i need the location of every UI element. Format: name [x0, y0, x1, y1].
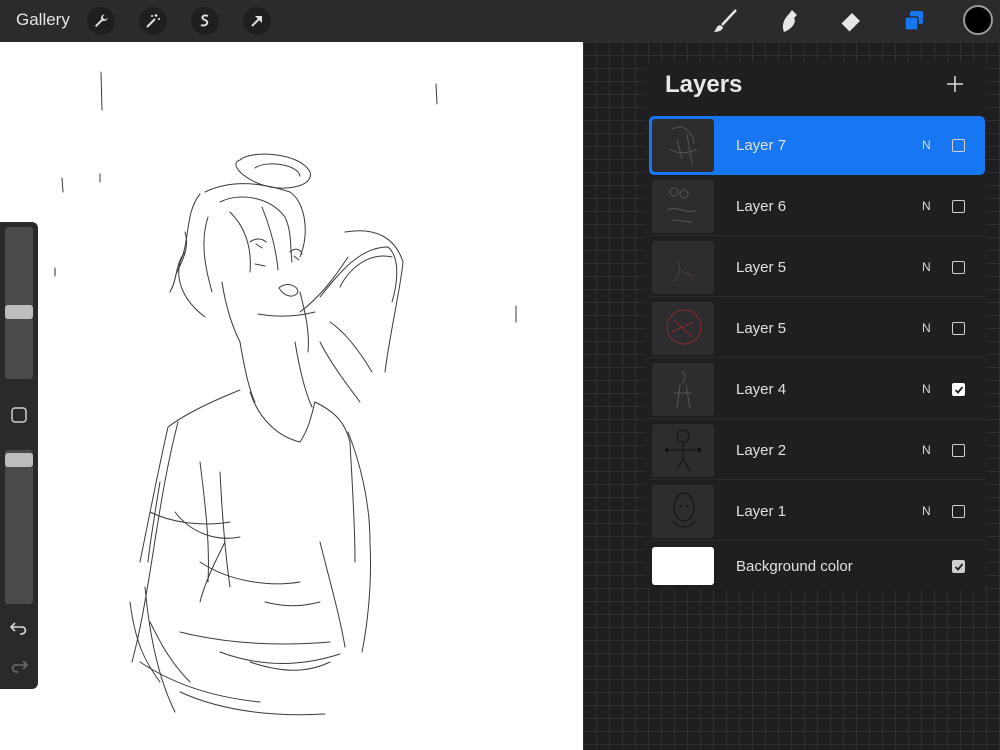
layer-name: Layer 5: [736, 320, 787, 337]
layer-row[interactable]: Layer 1 N: [649, 482, 985, 541]
redo-icon[interactable]: [9, 656, 29, 676]
visibility-checkbox[interactable]: [952, 560, 965, 573]
blend-mode-button[interactable]: N: [922, 443, 931, 457]
brush-icon[interactable]: [709, 5, 741, 37]
layer-row[interactable]: Layer 5 N: [649, 238, 985, 297]
layer-thumbnail: [652, 241, 714, 294]
layer-thumbnail: [652, 363, 714, 416]
left-sidebar: [0, 222, 38, 689]
layer-name: Layer 2: [736, 442, 787, 459]
blend-mode-button[interactable]: N: [922, 321, 931, 335]
visibility-checkbox[interactable]: [952, 444, 965, 457]
visibility-checkbox[interactable]: [952, 322, 965, 335]
layer-row[interactable]: Layer 4 N: [649, 360, 985, 419]
color-picker-button[interactable]: [963, 5, 993, 35]
magic-wand-icon[interactable]: [139, 7, 167, 35]
layer-name: Layer 4: [736, 381, 787, 398]
layer-thumbnail: [652, 119, 714, 172]
layers-panel: Layers Layer 7 N Layer 6 N Layer 5 N Lay…: [645, 62, 987, 590]
plus-icon[interactable]: [943, 72, 967, 96]
background-color-row[interactable]: Background color: [649, 543, 985, 589]
background-color-swatch[interactable]: [652, 547, 714, 585]
visibility-checkbox[interactable]: [952, 505, 965, 518]
opacity-slider[interactable]: [5, 450, 33, 604]
panel-title: Layers: [665, 71, 743, 98]
layer-name: Layer 1: [736, 503, 787, 520]
layer-thumbnail: [652, 180, 714, 233]
opacity-handle[interactable]: [5, 453, 33, 467]
sketch-artwork: [54, 71, 517, 716]
visibility-checkbox[interactable]: [952, 261, 965, 274]
layer-name: Background color: [736, 558, 853, 575]
layer-row[interactable]: Layer 7 N: [649, 116, 985, 175]
layer-name: Layer 7: [736, 137, 787, 154]
layer-name: Layer 6: [736, 198, 787, 215]
smudge-icon[interactable]: [773, 5, 805, 37]
visibility-checkbox[interactable]: [952, 383, 965, 396]
wrench-icon[interactable]: [87, 7, 115, 35]
layer-row[interactable]: Layer 2 N: [649, 421, 985, 480]
undo-icon[interactable]: [9, 618, 29, 638]
blend-mode-button[interactable]: N: [922, 199, 931, 213]
blend-mode-button[interactable]: N: [922, 260, 931, 274]
layer-row[interactable]: Layer 6 N: [649, 177, 985, 236]
visibility-checkbox[interactable]: [952, 139, 965, 152]
blend-mode-button[interactable]: N: [922, 504, 931, 518]
blend-mode-button[interactable]: N: [922, 382, 931, 396]
modify-button[interactable]: [9, 405, 29, 425]
transform-arrow-icon[interactable]: [243, 7, 271, 35]
visibility-checkbox[interactable]: [952, 200, 965, 213]
layer-row[interactable]: Layer 5 N: [649, 299, 985, 358]
drawing-canvas[interactable]: [0, 42, 583, 750]
eraser-icon[interactable]: [835, 5, 867, 37]
brush-size-handle[interactable]: [5, 305, 33, 319]
layer-name: Layer 5: [736, 259, 787, 276]
layers-icon[interactable]: [898, 5, 930, 37]
brush-size-slider[interactable]: [5, 227, 33, 379]
layer-thumbnail: [652, 485, 714, 538]
selection-icon[interactable]: [191, 7, 219, 35]
layer-thumbnail: [652, 302, 714, 355]
gallery-button[interactable]: Gallery: [16, 10, 70, 30]
blend-mode-button[interactable]: N: [922, 138, 931, 152]
top-toolbar: Gallery: [0, 0, 1000, 42]
layer-thumbnail: [652, 424, 714, 477]
